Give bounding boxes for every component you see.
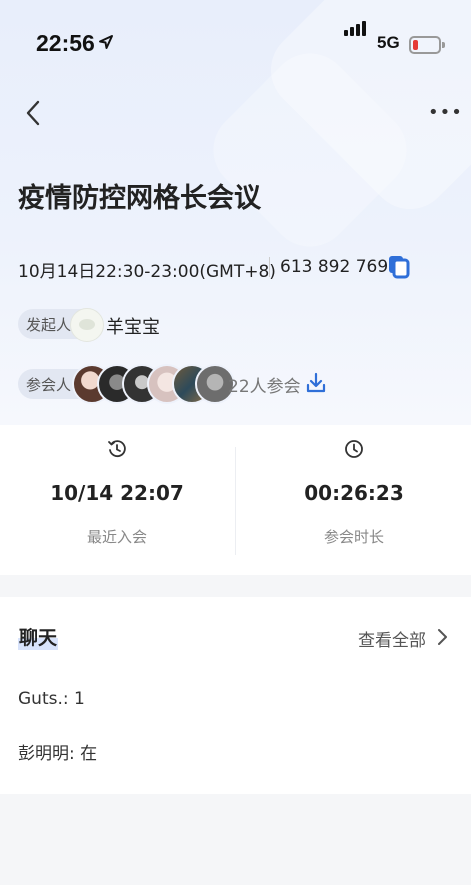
chevron-right-icon[interactable] xyxy=(436,627,448,647)
download-icon[interactable] xyxy=(305,372,327,394)
duration-stat: 00:26:23 参会时长 xyxy=(237,425,471,575)
copy-icon[interactable] xyxy=(387,254,411,280)
back-chevron-icon[interactable] xyxy=(22,98,44,128)
meeting-datetime: 10月14日22:30-23:00(GMT+8) xyxy=(18,262,276,282)
status-bar: 22:56 5G xyxy=(0,21,471,62)
divider xyxy=(269,257,270,277)
meeting-title: 疫情防控网格长会议 xyxy=(18,183,261,214)
clock-icon xyxy=(345,440,363,458)
duration-value: 00:26:23 xyxy=(304,481,404,505)
meeting-stats: 10/14 22:07 最近入会 00:26:23 参会时长 xyxy=(0,425,471,575)
network-type: 5G xyxy=(377,33,400,52)
divider xyxy=(235,447,236,555)
chat-message: 彭明明: 在 xyxy=(18,744,98,764)
chat-section: 聊天 查看全部 Guts.: 1 彭明明: 在 xyxy=(0,597,471,794)
duration-label: 参会时长 xyxy=(323,528,384,546)
more-options-icon[interactable]: ••• xyxy=(428,102,463,123)
history-clock-icon xyxy=(108,440,126,458)
meeting-id: 613 892 769 xyxy=(280,257,389,277)
last-join-value: 10/14 22:07 xyxy=(50,481,184,505)
attendees-count[interactable]: 22人参会 xyxy=(228,372,301,397)
last-join-label: 最近入会 xyxy=(86,528,147,546)
chat-message: Guts.: 1 xyxy=(18,689,85,709)
location-arrow-icon xyxy=(99,35,113,49)
host-name: 羊宝宝 xyxy=(106,317,160,338)
battery-icon xyxy=(409,36,445,54)
status-time: 22:56 xyxy=(36,30,95,56)
host-avatar xyxy=(70,308,104,342)
host-label: 发起人 xyxy=(26,316,72,334)
attendees-label: 参会人 xyxy=(26,376,72,394)
view-all-link[interactable]: 查看全部 xyxy=(358,626,426,651)
meeting-header: 22:56 5G ••• 疫情防控网格长会议 10月14日22:30-23:00… xyxy=(0,0,471,425)
attendee-avatars[interactable] xyxy=(72,364,235,404)
chat-title: 聊天 xyxy=(18,623,59,650)
last-join-stat: 10/14 22:07 最近入会 xyxy=(0,425,234,575)
